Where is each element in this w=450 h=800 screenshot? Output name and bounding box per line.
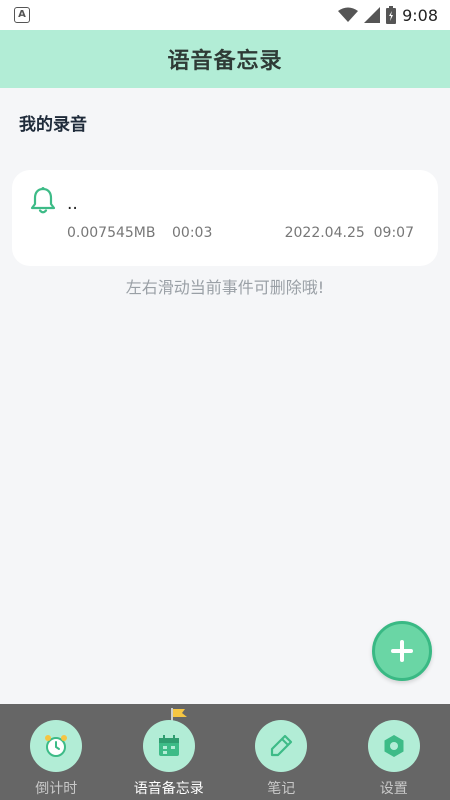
nav-icon-bg [367,720,420,772]
nav-label: 笔记 [267,781,296,797]
recording-duration: 00:03 [172,225,213,241]
status-icons: 9:08 [338,0,438,30]
nav-item-countdown[interactable]: 倒计时 [0,704,113,800]
pen-icon [271,734,293,757]
nav-icon-bg [142,720,195,772]
nav-icon-bg [30,720,83,772]
alarm-clock-icon [45,735,68,757]
recording-item[interactable]: .. 0.007545MB 00:03 2022.04.25 09:07 [12,170,438,266]
battery-icon [386,6,397,24]
nav-item-notes[interactable]: 笔记 [225,704,338,800]
nav-label: 倒计时 [35,781,78,797]
bottom-nav: 倒计时 语音备忘录 笔记 设置 [0,704,450,800]
nav-icon-bg [255,720,308,772]
nav-item-voice-memo[interactable]: 语音备忘录 [113,704,226,800]
nav-label: 语音备忘录 [133,781,204,797]
signal-icon [364,7,381,23]
app-a-icon: A [14,7,30,23]
plus-icon [391,640,413,662]
nav-label: 设置 [379,781,408,797]
calendar-icon [158,735,179,756]
wifi-icon [338,7,359,22]
section-title: 我的录音 [19,115,87,135]
recording-datetime: 2022.04.25 09:07 [284,225,414,241]
app-header: 语音备忘录 [0,30,450,88]
recording-size: 0.007545MB [67,225,156,241]
add-recording-button[interactable] [372,621,432,681]
recording-name: .. [67,194,78,214]
page-title: 语音备忘录 [167,49,283,74]
swipe-delete-hint: 左右滑动当前事件可删除哦! [125,278,325,297]
nav-item-settings[interactable]: 设置 [338,704,450,800]
bell-icon [30,187,56,214]
status-time: 9:08 [402,5,438,25]
settings-icon [384,735,404,757]
status-bar: A 9:08 [0,0,450,30]
